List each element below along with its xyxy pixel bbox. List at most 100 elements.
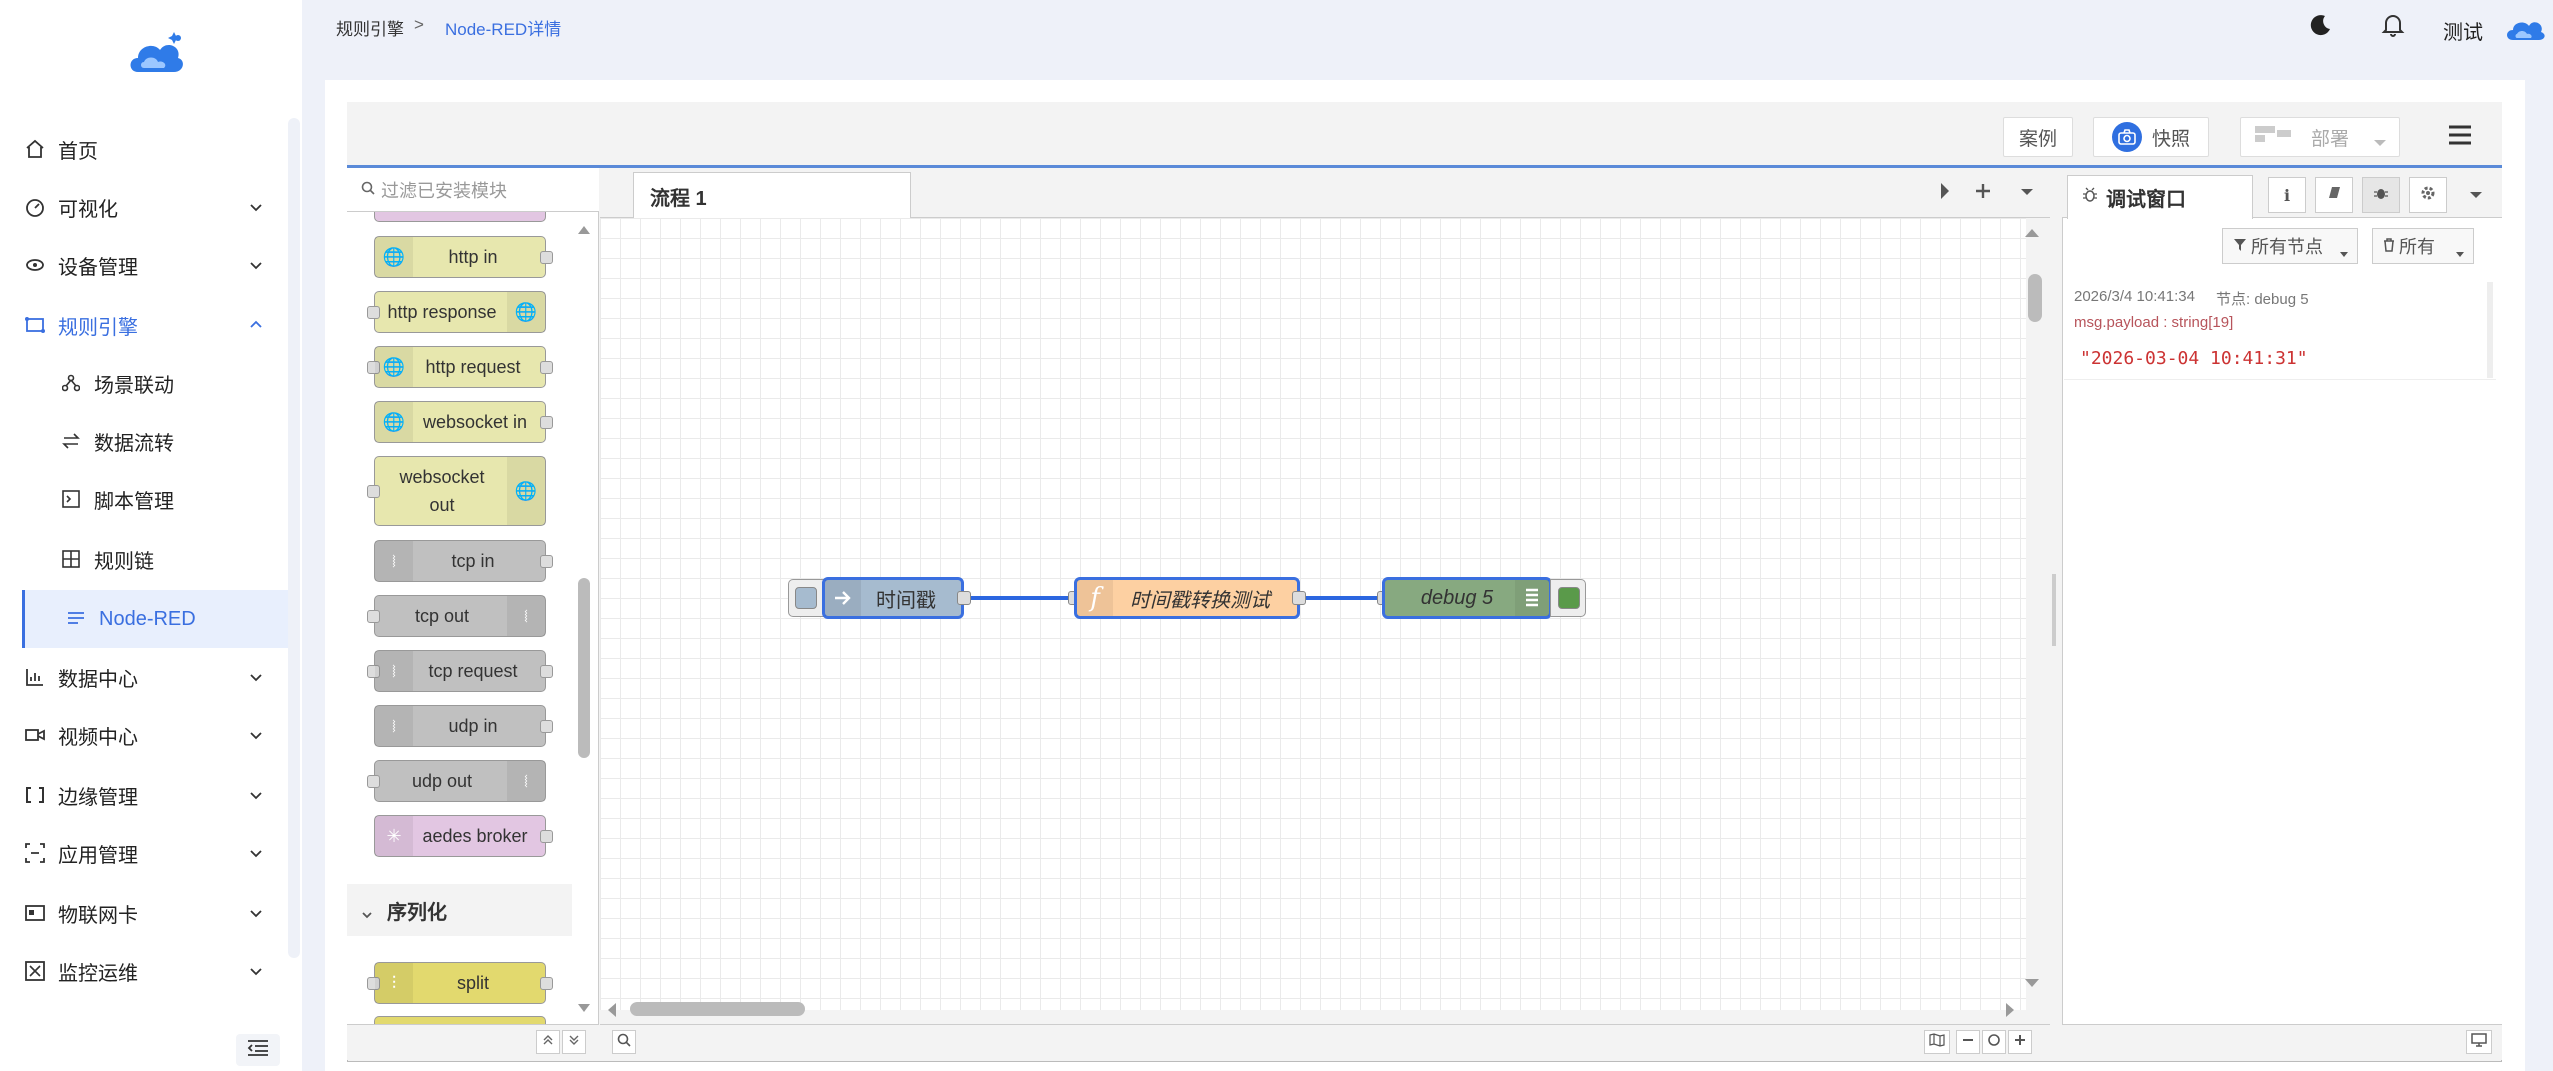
collapse-sidebar-button[interactable] [236,1034,280,1066]
sidebar-item-monitor[interactable]: 监控运维 [24,942,288,1000]
output-port[interactable] [1292,591,1306,605]
output-port[interactable] [540,830,553,843]
palette-node-http-request[interactable]: 🌐 http request [367,346,553,388]
debug-message[interactable]: 2026/3/4 10:41:34 节点: debug 5 msg.payloa… [2064,278,2496,380]
input-port[interactable] [367,306,380,319]
snapshot-button[interactable]: 快照 [2093,117,2209,157]
palette-node-tcp-out[interactable]: tcp out ⧙ [367,595,546,637]
flow-node-inject[interactable]: 时间戳 [822,577,964,619]
navigator-button[interactable] [1924,1030,1950,1054]
palette-node-partial[interactable] [374,1016,546,1024]
output-port[interactable] [540,977,553,990]
bug-icon [2373,185,2389,206]
flow-node-debug[interactable]: debug 5 [1382,577,1552,619]
dark-mode-toggle[interactable] [2306,12,2336,42]
zoom-out-button[interactable] [1956,1030,1980,1054]
avatar[interactable] [2505,14,2545,44]
palette-node-tcp-in[interactable]: ⧘ tcp in [374,540,553,582]
palette-node-udp-in[interactable]: ⧘ udp in [374,705,553,747]
cases-button[interactable]: 案例 [2003,117,2073,157]
sidebar-scrollbar[interactable] [288,118,300,958]
sidebar-item-visualization[interactable]: 可视化 [24,178,288,236]
flow-list-button[interactable] [2012,178,2042,208]
input-port[interactable] [367,775,380,788]
sidebar-item-device[interactable]: 设备管理 [24,236,288,294]
palette-search-input[interactable]: 过滤已安装模块 [381,177,507,203]
tab-debug-icon[interactable] [2362,177,2400,213]
input-port[interactable] [367,485,380,498]
workspace-horizontal-scrollbar[interactable] [630,1002,805,1016]
palette-search[interactable]: 过滤已安装模块 [347,168,599,212]
tab-debug[interactable]: 调试窗口 [2067,175,2253,219]
output-port[interactable] [540,665,553,678]
tab-info[interactable]: i [2268,177,2306,213]
sidebar-item-edge[interactable]: 边缘管理 [24,766,288,824]
deploy-label: 部署 [2311,128,2350,150]
output-port[interactable] [957,591,971,605]
scroll-tabs-button[interactable] [1933,178,1957,208]
sidebar-menu-button[interactable] [2462,184,2490,208]
sidebar-item-home[interactable]: 首页 [24,120,288,178]
zoom-in-button[interactable] [2008,1030,2032,1054]
palette-node-aedes-broker[interactable]: ✳ aedes broker [374,815,553,857]
zoom-reset-button[interactable] [1982,1030,2006,1054]
tab-config[interactable] [2409,177,2447,213]
message-value[interactable]: "2026-03-04 10:41:31" [2080,348,2308,369]
palette-node-http-in[interactable]: 🌐 http in [374,236,553,278]
deploy-button[interactable]: 部署 [2240,117,2400,157]
sidebar-item-label: 应用管理 [58,844,138,867]
sidebar-item-script[interactable]: 脚本管理 [60,470,288,528]
debug-toggle-button[interactable] [1550,579,1586,617]
scroll-left-icon[interactable] [606,1002,620,1018]
debug-scrollbar[interactable] [2487,282,2493,378]
main-menu-button[interactable] [2447,122,2477,152]
palette-scrollbar[interactable] [578,578,590,758]
output-port[interactable] [540,361,553,374]
palette-node-udp-out[interactable]: udp out ⧙ [367,760,546,802]
sidebar-item-data-center[interactable]: 数据中心 [24,648,288,706]
wire[interactable] [1298,596,1384,600]
add-flow-button[interactable] [1968,178,1998,208]
sidebar-item-node-red[interactable]: Node-RED [22,590,288,648]
palette-category[interactable]: 序列化 [347,884,572,936]
palette-node-websocket-in[interactable]: 🌐 websocket in [374,401,553,443]
user-name[interactable]: 测试 [2443,16,2483,45]
breadcrumb-item[interactable]: 规则引擎 [336,15,404,40]
output-port[interactable] [540,251,553,264]
flow-node-function[interactable]: f 时间戳转换测试 [1074,577,1300,619]
search-flows-button[interactable] [612,1030,636,1054]
sidebar-item-rule-engine[interactable]: 规则引擎 [24,296,288,354]
collapse-all-button[interactable] [536,1030,560,1054]
message-node[interactable]: 节点: debug 5 [2216,288,2309,309]
output-port[interactable] [540,416,553,429]
tab-help[interactable] [2315,177,2353,213]
sidebar-item-scene[interactable]: 场景联动 [60,354,288,412]
scroll-down-icon[interactable] [2024,976,2044,996]
scroll-right-icon[interactable] [2004,1002,2018,1018]
sidebar-item-iot-card[interactable]: 物联网卡 [24,884,288,942]
expand-all-button[interactable] [562,1030,586,1054]
sidebar-item-app[interactable]: 应用管理 [24,824,288,882]
output-port[interactable] [540,555,553,568]
palette-node-tcp-request[interactable]: ⧘ tcp request [367,650,553,692]
notification-button[interactable] [2378,12,2408,42]
splitter-handle[interactable] [2052,574,2056,646]
open-window-button[interactable] [2466,1030,2492,1054]
bug-icon [2082,186,2098,209]
sidebar-item-rule-chain[interactable]: 规则链 [60,530,288,588]
output-port[interactable] [540,720,553,733]
sidebar-item-video[interactable]: 视频中心 [24,706,288,764]
input-port[interactable] [367,610,380,623]
clear-select[interactable]: 所有 [2372,228,2474,264]
palette-node-split[interactable]: ⫶ split [367,962,553,1004]
tab-flow-1[interactable]: 流程 1 [633,172,911,219]
wire[interactable] [963,596,1075,600]
workspace-vertical-scrollbar[interactable] [2028,274,2042,322]
palette-node-partial[interactable] [374,212,546,222]
filter-nodes-select[interactable]: 所有节点 [2222,228,2358,264]
inject-button[interactable] [788,579,824,617]
sidebar-item-transfer[interactable]: 数据流转 [60,412,288,470]
scroll-up-icon[interactable] [2024,226,2044,246]
palette-node-http-response[interactable]: http response 🌐 [367,291,546,333]
palette-node-websocket-out[interactable]: websocket out 🌐 [367,456,546,526]
